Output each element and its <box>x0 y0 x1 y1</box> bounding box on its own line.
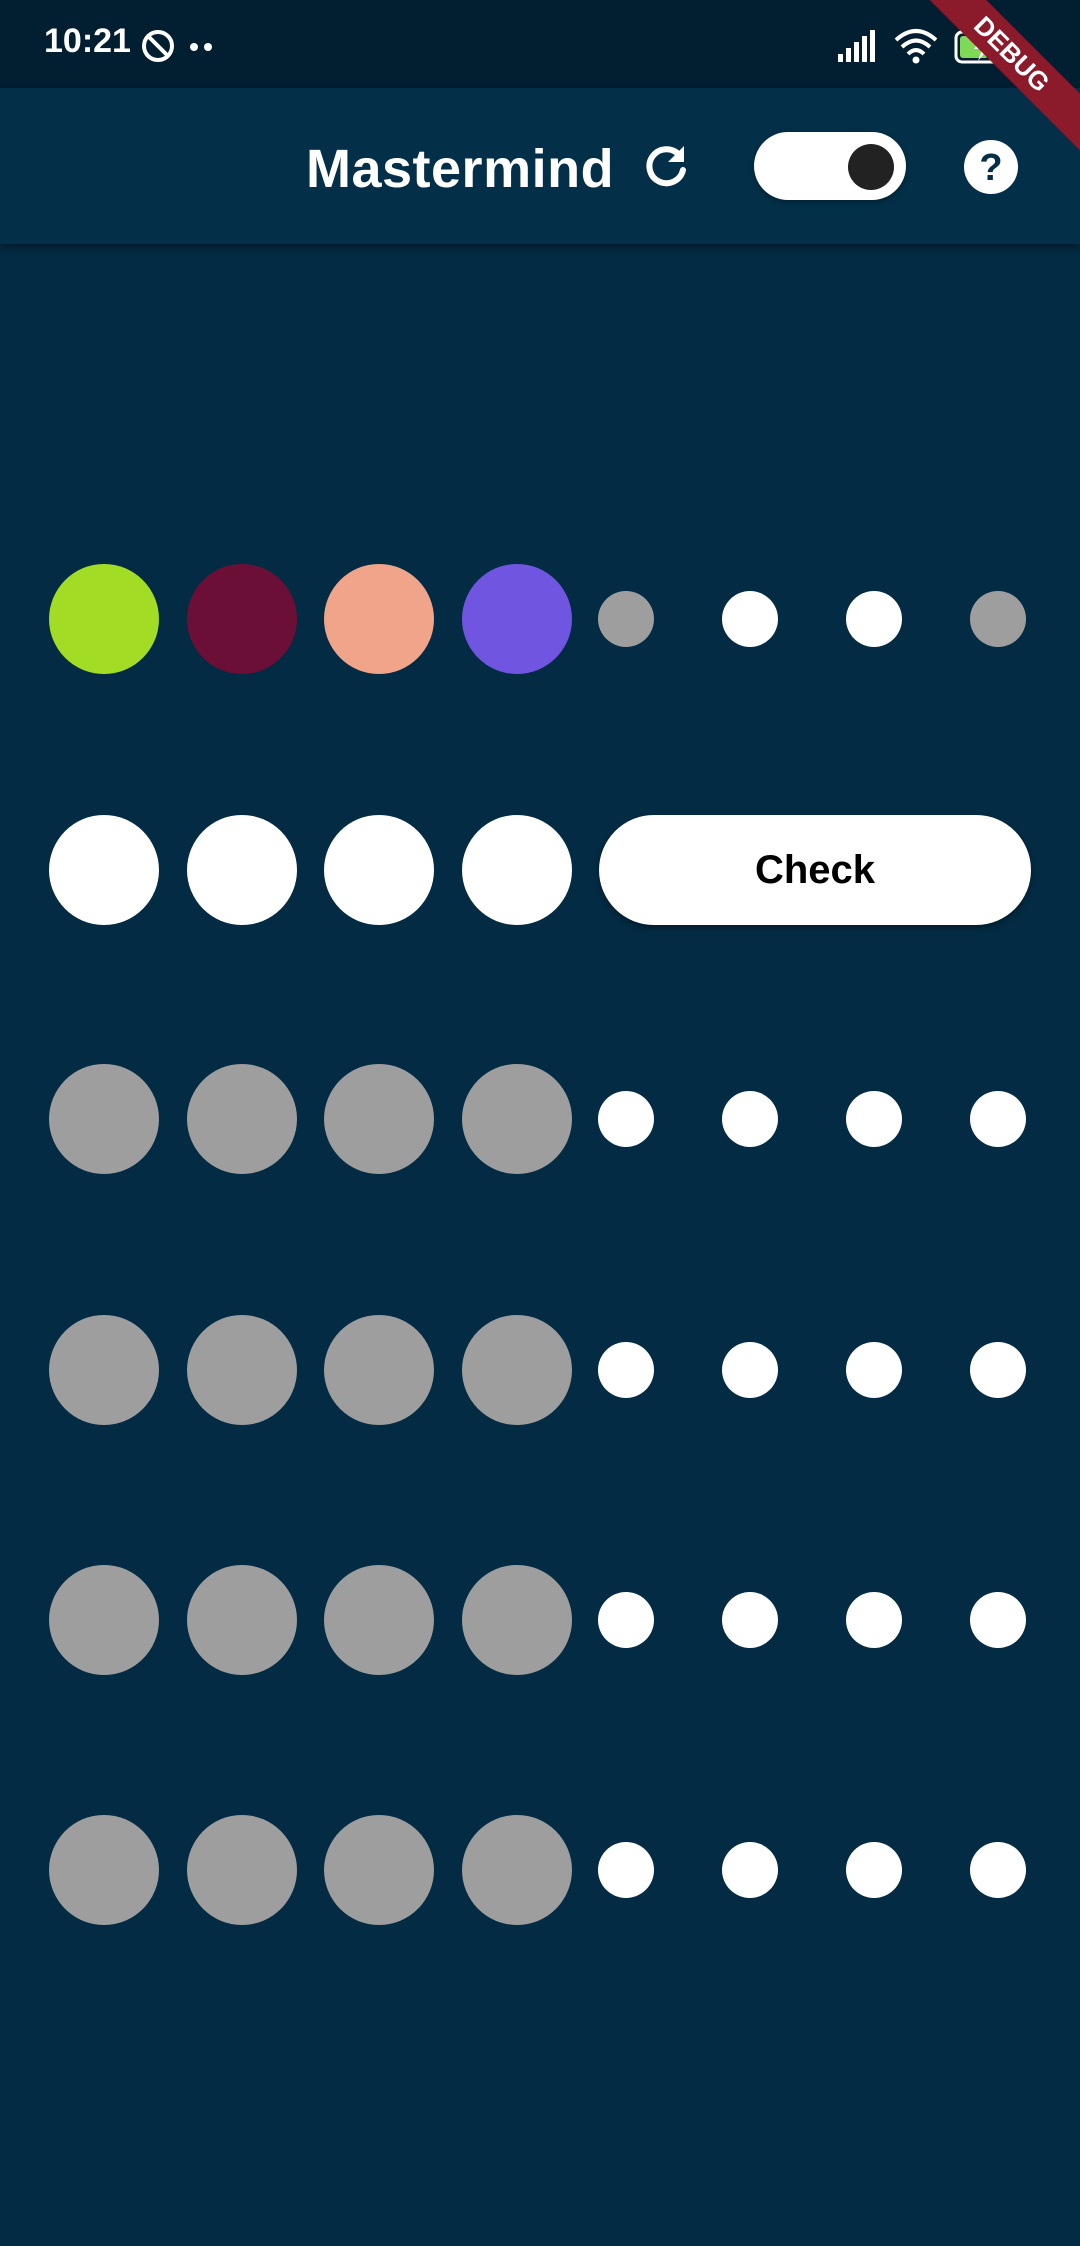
active-guess-row: Check <box>0 815 1080 925</box>
feedback-peg <box>722 1842 778 1898</box>
app-bar: Mastermind ? <box>0 88 1080 244</box>
active-peg-slot[interactable] <box>187 815 297 925</box>
check-button[interactable]: Check <box>599 815 1031 925</box>
status-time: 10:21 <box>44 22 131 60</box>
guess-peg <box>187 1064 297 1174</box>
guess-row <box>0 1064 1080 1174</box>
guess-peg <box>462 1565 572 1675</box>
page-title: Mastermind <box>306 139 615 199</box>
feedback-peg <box>598 1592 654 1648</box>
feedback-peg <box>846 591 902 647</box>
guess-peg <box>462 564 572 674</box>
guess-peg <box>324 1315 434 1425</box>
feedback-peg <box>722 591 778 647</box>
feedback-peg <box>970 1091 1026 1147</box>
feedback-peg <box>722 1592 778 1648</box>
feedback-peg <box>970 591 1026 647</box>
svg-text:?: ? <box>979 147 1002 189</box>
help-icon[interactable]: ? <box>962 138 1020 201</box>
guess-peg <box>462 1064 572 1174</box>
guess-row <box>0 564 1080 674</box>
guess-peg <box>187 564 297 674</box>
guess-row <box>0 1815 1080 1925</box>
feedback-peg <box>970 1592 1026 1648</box>
feedback-peg <box>846 1342 902 1398</box>
feedback-peg <box>598 1342 654 1398</box>
guess-peg <box>49 564 159 674</box>
notification-dots-icon <box>188 40 216 58</box>
guess-peg <box>49 1315 159 1425</box>
guess-peg <box>462 1815 572 1925</box>
active-peg-slot[interactable] <box>462 815 572 925</box>
feedback-peg <box>846 1592 902 1648</box>
feedback-peg <box>970 1342 1026 1398</box>
guess-row <box>0 1565 1080 1675</box>
guess-peg <box>324 1565 434 1675</box>
wifi-icon <box>892 26 940 69</box>
feedback-peg <box>846 1842 902 1898</box>
feedback-peg <box>722 1342 778 1398</box>
guess-peg <box>187 1815 297 1925</box>
guess-peg <box>324 1064 434 1174</box>
guess-row <box>0 1315 1080 1425</box>
active-peg-slot[interactable] <box>49 815 159 925</box>
status-bar: 10:21 <box>0 0 1080 88</box>
feedback-peg <box>722 1091 778 1147</box>
guess-peg <box>462 1315 572 1425</box>
guess-peg <box>49 1815 159 1925</box>
guess-peg <box>49 1064 159 1174</box>
feedback-peg <box>598 1091 654 1147</box>
do-not-disturb-icon <box>140 28 176 69</box>
feedback-peg <box>846 1091 902 1147</box>
signal-icon <box>836 28 880 69</box>
guess-peg <box>187 1565 297 1675</box>
guess-peg <box>49 1565 159 1675</box>
mode-toggle[interactable] <box>754 132 906 200</box>
feedback-peg <box>970 1842 1026 1898</box>
active-peg-slot[interactable] <box>324 815 434 925</box>
feedback-peg <box>598 1842 654 1898</box>
feedback-peg <box>598 591 654 647</box>
toggle-knob <box>848 144 894 190</box>
guess-peg <box>324 1815 434 1925</box>
refresh-icon[interactable] <box>640 140 692 197</box>
guess-peg <box>187 1315 297 1425</box>
guess-peg <box>324 564 434 674</box>
